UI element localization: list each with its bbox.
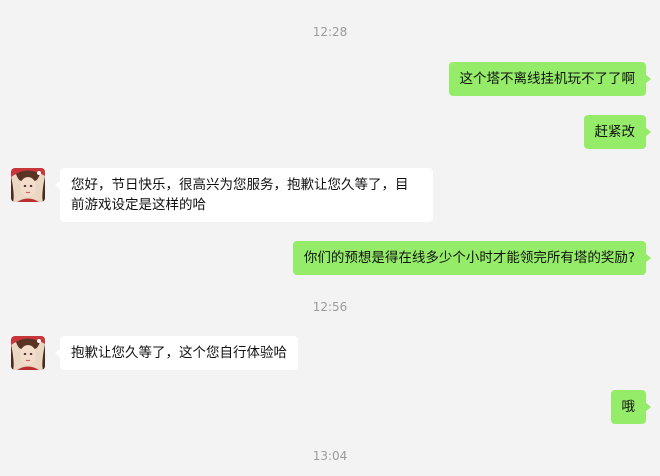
message-line: 前游戏设定是这样的哈 [71, 197, 206, 213]
message-bubble-incoming[interactable]: 抱歉让您久等了，这个您自行体验哈 [55, 336, 298, 370]
chat-history[interactable]: 12:28 这个塔不离线挂机玩不了了啊 赶紧改 您好，节日快乐，很高兴为您服务，… [0, 0, 660, 476]
support-agent-avatar-icon[interactable] [11, 168, 45, 202]
message-bubble-outgoing[interactable]: 哦 [610, 390, 651, 424]
message-bubble-incoming[interactable]: 您好，节日快乐，很高兴为您服务，抱歉让您久等了，目 前游戏设定是这样的哈 [55, 168, 433, 222]
message-bubble-outgoing[interactable]: 赶紧改 [583, 115, 651, 149]
timestamp: 13:04 [312, 449, 348, 463]
message-bubble-outgoing[interactable]: 这个塔不离线挂机玩不了了啊 [448, 62, 651, 96]
timestamp: 12:28 [312, 25, 348, 39]
timestamp: 12:56 [312, 300, 348, 314]
message-line: 您好，节日快乐，很高兴为您服务，抱歉让您久等了，目 [71, 177, 409, 193]
message-bubble-outgoing[interactable]: 你们的预想是得在线多少个小时才能领完所有塔的奖励? [292, 241, 652, 275]
support-agent-avatar-icon[interactable] [11, 336, 45, 370]
